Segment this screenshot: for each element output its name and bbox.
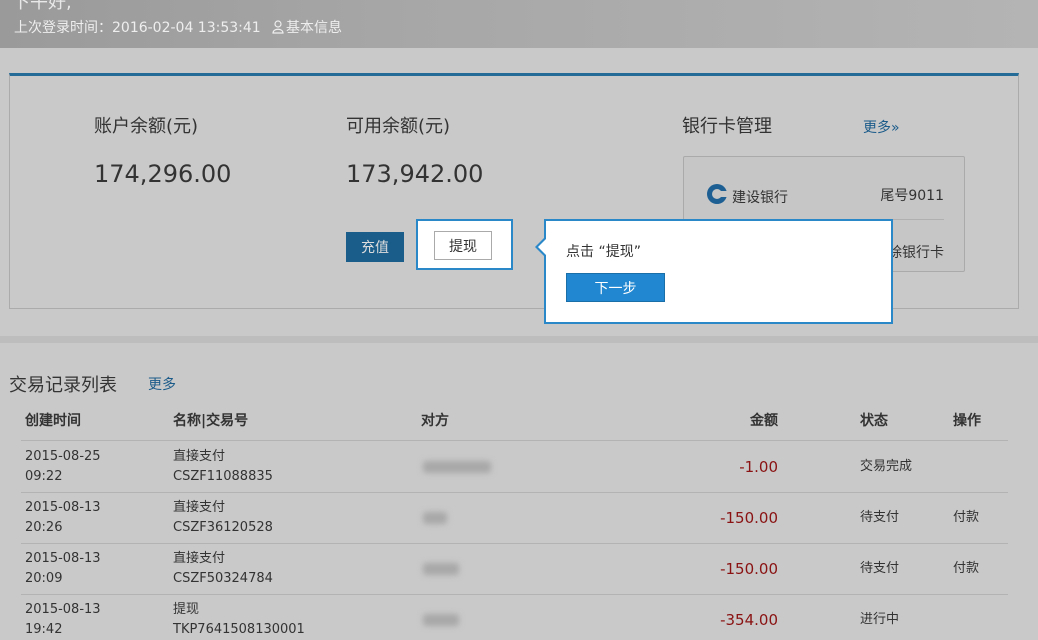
row-date: 2015-08-13 [25,602,101,617]
transactions-title: 交易记录列表 [9,375,117,396]
row-divider [21,543,1008,544]
row-amount: -354.00 [720,611,778,629]
row-status: 进行中 [860,612,900,627]
withdraw-highlight: 提现 [416,219,513,270]
row-transaction-no: CSZF11088835 [173,469,273,484]
last-login-text: 上次登录时间：2016-02-04 13:53:41 [14,20,261,36]
column-header-created: 创建时间 [25,413,81,429]
row-counterparty-redacted [423,563,459,575]
header-banner: 下午好, 上次登录时间：2016-02-04 13:53:41 基本信息 [0,0,1038,48]
row-amount: -150.00 [720,560,778,578]
row-transaction-no: TKP7641508130001 [173,622,305,637]
row-transaction-no: CSZF36120528 [173,520,273,535]
basic-info-link[interactable]: 基本信息 [272,17,342,37]
row-time: 20:09 [25,571,63,586]
table-divider [21,440,1008,441]
row-divider [21,492,1008,493]
column-header-counterparty: 对方 [421,413,449,429]
column-header-action: 操作 [953,413,981,429]
row-time: 09:22 [25,469,63,484]
row-counterparty-redacted [423,614,459,626]
row-date: 2015-08-13 [25,500,101,515]
row-date: 2015-08-25 [25,449,101,464]
tooltip-arrow-inner [538,239,546,255]
row-counterparty-redacted [423,461,491,473]
next-step-button[interactable]: 下一步 [566,273,665,302]
row-time: 20:26 [25,520,63,535]
available-value: 173,942.00 [346,160,484,188]
greeting-text: 下午好, [12,0,72,13]
balance-value: 174,296.00 [94,160,232,188]
pay-link[interactable]: 付款 [953,559,979,579]
bank-name: 建设银行 [732,190,788,206]
bank-more-link[interactable]: 更多» [863,117,900,137]
section-separator [0,336,1038,343]
ccb-bank-icon [707,184,728,204]
row-counterparty-redacted [423,512,447,524]
row-name: 提现 [173,602,200,617]
row-status: 待支付 [860,561,900,576]
row-transaction-no: CSZF50324784 [173,571,273,586]
card-tail-number: 尾号9011 [880,188,944,204]
available-label: 可用余额(元) [346,116,451,137]
row-amount: -150.00 [720,509,778,527]
column-header-amount: 金额 [750,413,778,429]
row-divider [21,594,1008,595]
row-status: 交易完成 [860,459,913,474]
row-amount: -1.00 [739,458,778,476]
row-name: 直接支付 [173,551,226,566]
row-date: 2015-08-13 [25,551,101,566]
bank-card-title: 银行卡管理 [682,116,772,137]
withdraw-button[interactable]: 提现 [434,231,492,260]
recharge-button[interactable]: 充值 [346,232,404,262]
column-header-name: 名称|交易号 [173,413,249,429]
row-name: 直接支付 [173,449,226,464]
basic-info-label: 基本信息 [286,20,342,36]
row-time: 19:42 [25,622,63,637]
user-icon [272,20,284,34]
balance-label: 账户余额(元) [94,116,199,137]
tooltip-text: 点击 “提现” [566,244,641,260]
row-status: 待支付 [860,510,900,525]
transactions-more-link[interactable]: 更多 [148,374,176,394]
row-name: 直接支付 [173,500,226,515]
column-header-status: 状态 [860,413,888,429]
guide-tooltip: 点击 “提现” 下一步 [535,219,893,324]
pay-link[interactable]: 付款 [953,508,979,528]
